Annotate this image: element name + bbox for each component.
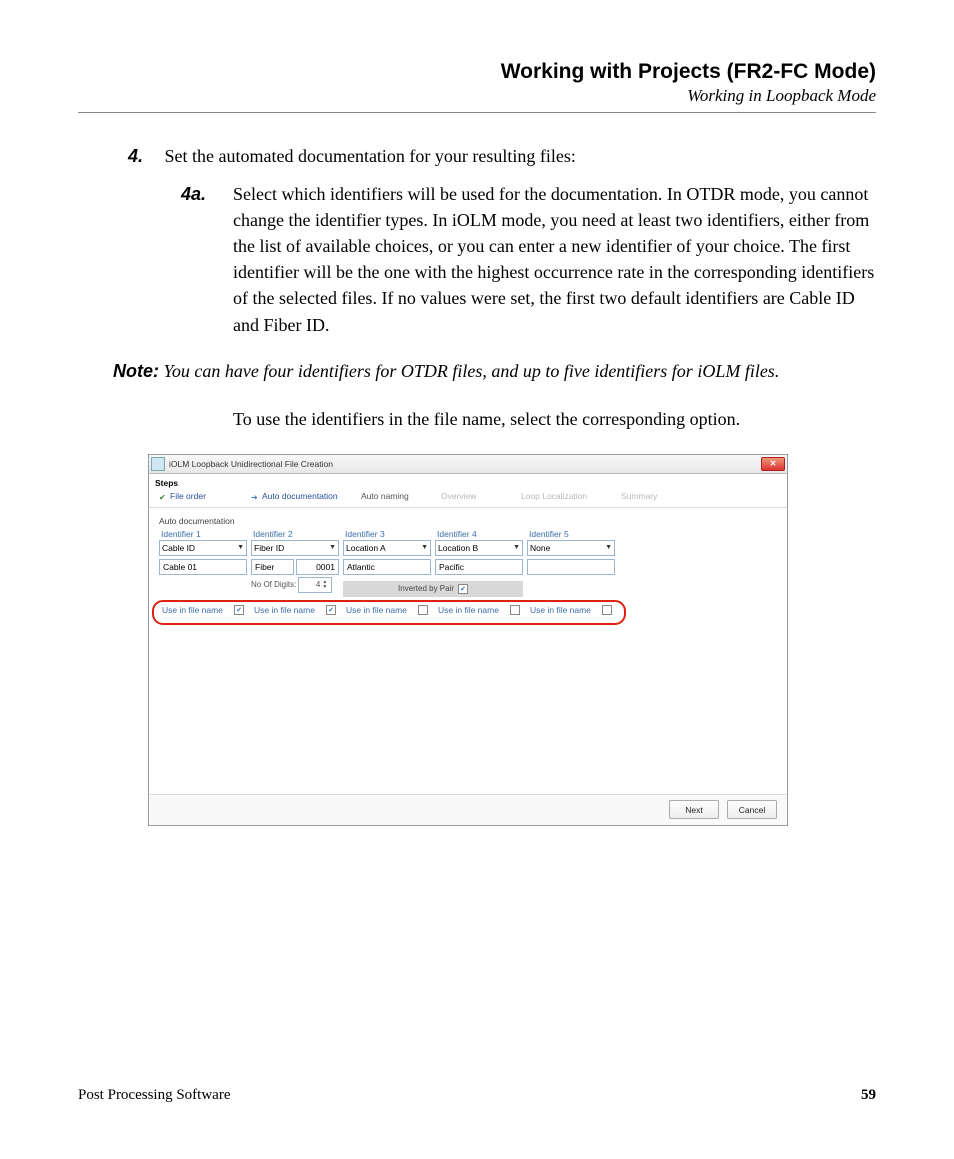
dialog-title: iOLM Loopback Unidirectional File Creati… — [169, 459, 333, 469]
chevron-down-icon: ▼ — [421, 544, 428, 551]
identifier-5-value-input[interactable] — [527, 559, 615, 575]
step-tab-summary: Summary — [621, 491, 713, 501]
use-in-filename-5-checkbox[interactable] — [602, 605, 612, 615]
identifier-2-type-dropdown[interactable]: Fiber ID▼ — [251, 540, 339, 556]
note-label: Note: — [113, 361, 159, 381]
step-tab-label: Auto documentation — [262, 491, 338, 501]
substep-text: Select which identifiers will be used fo… — [233, 184, 874, 334]
identifier-4-value-input[interactable]: Pacific — [435, 559, 523, 575]
identifier-2-label: Identifier 2 — [251, 528, 339, 540]
dialog-blank-area — [149, 619, 787, 794]
step-tab-auto-naming[interactable]: Auto naming — [361, 491, 441, 501]
identifier-5-type-dropdown[interactable]: None▼ — [527, 540, 615, 556]
use-in-filename-5: Use in file name — [527, 605, 615, 615]
steps-group-label: Steps — [149, 474, 787, 488]
no-of-digits-label: No Of Digits: — [251, 580, 296, 589]
identifier-5-label: Identifier 5 — [527, 528, 615, 540]
wizard-steps-row: File order Auto documentation Auto namin… — [149, 488, 787, 508]
identifier-2-prefix-input[interactable]: Fiber — [251, 559, 294, 575]
page-number: 59 — [861, 1087, 876, 1104]
chevron-down-icon: ▼ — [605, 544, 612, 551]
step-tab-auto-documentation[interactable]: Auto documentation — [251, 491, 361, 501]
step-4: 4. Set the automated documentation for y… — [168, 143, 876, 169]
auto-documentation-label: Auto documentation — [149, 508, 787, 528]
identifier-header-row: Identifier 1 Identifier 2 Identifier 3 I… — [149, 528, 787, 540]
chevron-down-icon: ▼ — [513, 544, 520, 551]
identifier-2-number-input[interactable]: 0001 — [296, 559, 339, 575]
identifier-3-value-input[interactable]: Atlantic — [343, 559, 431, 575]
identifier-4-type-dropdown[interactable]: Location B▼ — [435, 540, 523, 556]
footer-product: Post Processing Software — [78, 1087, 231, 1104]
page-footer: Post Processing Software 59 — [78, 1087, 876, 1104]
use-in-filename-2-checkbox[interactable] — [326, 605, 336, 615]
inverted-by-pair-label: Inverted by Pair — [398, 584, 454, 593]
step-tab-label: Loop Localization — [521, 491, 587, 501]
arrow-icon — [251, 492, 259, 500]
app-icon — [151, 457, 165, 471]
substep-4a: 4a. Select which identifiers will be use… — [233, 181, 876, 338]
use-in-filename-4: Use in file name — [435, 605, 523, 615]
use-in-filename-3-checkbox[interactable] — [418, 605, 428, 615]
use-in-filename-4-checkbox[interactable] — [510, 605, 520, 615]
identifier-3-type-dropdown[interactable]: Location A▼ — [343, 540, 431, 556]
note-text: You can have four identifiers for OTDR f… — [164, 361, 780, 381]
substep-number: 4a. — [181, 181, 206, 207]
next-button[interactable]: Next — [669, 800, 719, 819]
use-in-filename-2: Use in file name — [251, 605, 339, 615]
dialog-window: iOLM Loopback Unidirectional File Creati… — [148, 454, 788, 826]
cancel-button[interactable]: Cancel — [727, 800, 777, 819]
dialog-button-row: Next Cancel — [149, 794, 787, 825]
identifier-3-label: Identifier 3 — [343, 528, 431, 540]
no-of-digits-spinner[interactable]: 4 ▲▼ — [298, 577, 332, 593]
use-in-filename-row: Use in file name Use in file name Use in… — [149, 601, 787, 619]
chevron-down-icon: ▼ — [329, 544, 336, 551]
paragraph-usage: To use the identifiers in the file name,… — [233, 406, 876, 432]
identifier-value-row: Cable 01 Fiber 0001 Atlantic Pacific — [149, 559, 787, 575]
step-tab-label: File order — [170, 491, 206, 501]
header-divider — [78, 112, 876, 113]
step-tab-label: Auto naming — [361, 491, 409, 501]
identifier-options-row: No Of Digits: 4 ▲▼ Inverted by Pair — [149, 578, 787, 597]
inverted-by-pair-checkbox[interactable] — [458, 584, 468, 594]
step-tab-overview: Overview — [441, 491, 521, 501]
inverted-by-pair-control: Inverted by Pair — [343, 581, 523, 597]
chapter-title: Working with Projects (FR2-FC Mode) — [78, 60, 876, 84]
note-block: Note: You can have four identifiers for … — [168, 358, 876, 384]
close-button[interactable]: ✕ — [761, 457, 785, 471]
spinner-down-icon[interactable]: ▼ — [322, 585, 330, 590]
identifier-1-label: Identifier 1 — [159, 528, 247, 540]
section-title: Working in Loopback Mode — [78, 86, 876, 106]
identifier-1-value-input[interactable]: Cable 01 — [159, 559, 247, 575]
step-tab-loop-localization: Loop Localization — [521, 491, 621, 501]
identifier-type-row: Cable ID▼ Fiber ID▼ Location A▼ Location… — [149, 540, 787, 556]
use-in-filename-3: Use in file name — [343, 605, 431, 615]
check-icon — [159, 492, 167, 500]
identifier-4-label: Identifier 4 — [435, 528, 523, 540]
step-tab-label: Summary — [621, 491, 657, 501]
titlebar: iOLM Loopback Unidirectional File Creati… — [149, 455, 787, 474]
use-in-filename-1-checkbox[interactable] — [234, 605, 244, 615]
no-of-digits-control: No Of Digits: 4 ▲▼ — [251, 578, 339, 592]
step-number: 4. — [128, 143, 160, 169]
identifier-1-type-dropdown[interactable]: Cable ID▼ — [159, 540, 247, 556]
step-text: Set the automated documentation for your… — [165, 146, 576, 166]
step-tab-label: Overview — [441, 491, 476, 501]
chevron-down-icon: ▼ — [237, 544, 244, 551]
step-tab-file-order[interactable]: File order — [159, 491, 251, 501]
use-in-filename-1: Use in file name — [159, 605, 247, 615]
